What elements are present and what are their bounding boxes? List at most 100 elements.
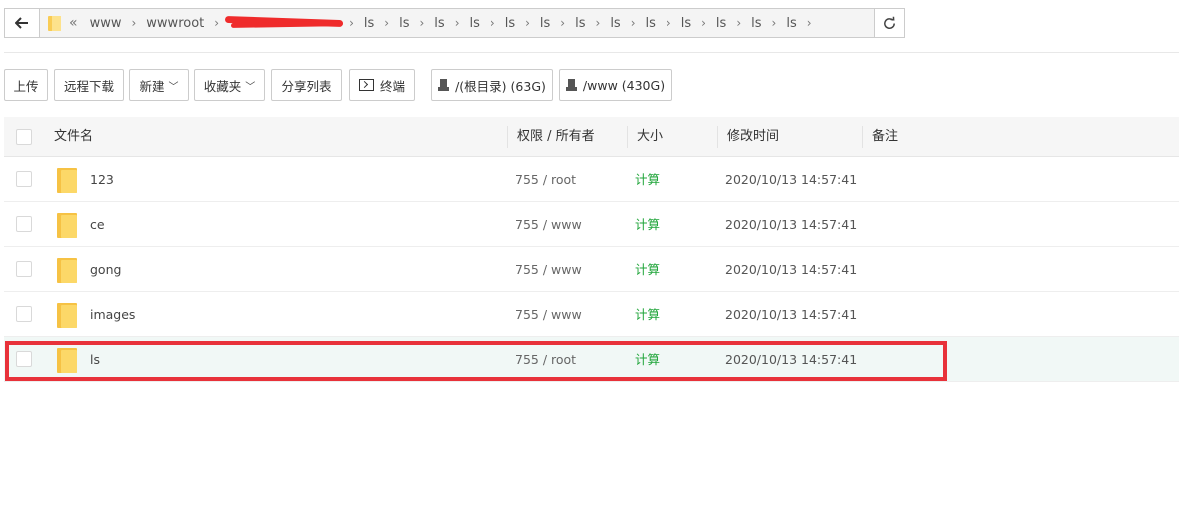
table-row[interactable]: images 755 / www 计算 2020/10/13 14:57:41 — [4, 292, 1179, 337]
chevron-right-icon: › — [560, 15, 566, 30]
folder-icon — [57, 213, 77, 238]
file-modified-time: 2020/10/13 14:57:41 — [725, 307, 858, 322]
favorites-label: 收藏夹 — [203, 78, 242, 94]
chevron-down-icon: ﹀ — [168, 81, 179, 93]
folder-icon — [57, 303, 77, 328]
file-permission[interactable]: 755 / root — [515, 157, 576, 202]
row-checkbox[interactable] — [16, 306, 32, 322]
breadcrumb-item[interactable]: ls — [675, 16, 697, 31]
back-button[interactable] — [4, 8, 40, 38]
header-size[interactable]: 大小 — [637, 117, 663, 157]
header-modified[interactable]: 修改时间 — [727, 117, 779, 157]
refresh-button[interactable] — [874, 8, 905, 38]
header-filename[interactable]: 文件名 — [54, 117, 93, 157]
chevron-down-icon: ﹀ — [245, 81, 256, 93]
row-checkbox[interactable] — [16, 171, 32, 187]
disk-root-label: /(根目录) (63G) — [455, 78, 546, 94]
folder-icon — [57, 258, 77, 283]
upload-label: 上传 — [13, 78, 39, 94]
header-note: 备注 — [872, 129, 899, 144]
breadcrumb-item[interactable]: ls — [499, 16, 521, 31]
file-name[interactable]: ce — [90, 202, 105, 247]
file-table-header: 文件名 权限 / 所有者 大小 修改时间 备注 — [4, 117, 1179, 157]
new-dropdown-button[interactable]: 新建 ﹀ — [129, 69, 189, 101]
new-label: 新建 — [139, 78, 165, 94]
breadcrumb-item[interactable]: www — [84, 16, 128, 31]
file-permission[interactable]: 755 / www — [515, 292, 582, 337]
table-row[interactable]: gong 755 / www 计算 2020/10/13 14:57:41 — [4, 247, 1179, 292]
double-chevron-left-icon[interactable]: « — [69, 15, 78, 31]
refresh-icon — [884, 16, 895, 29]
breadcrumb-tail: ls › ls › ls › ls › ls › ls › ls › ls › ls › ls › ls › ls › ls › — [358, 16, 816, 31]
row-checkbox[interactable] — [16, 216, 32, 232]
file-permission[interactable]: 755 / www — [515, 202, 582, 247]
chevron-right-icon: › — [384, 15, 390, 30]
file-name[interactable]: gong — [90, 247, 121, 292]
file-permission[interactable]: 755 / www — [515, 247, 582, 292]
share-list-button[interactable]: 分享列表 — [271, 69, 342, 101]
header-permission[interactable]: 权限 / 所有者 — [517, 117, 595, 157]
breadcrumb-item[interactable]: ls — [745, 16, 767, 31]
file-name[interactable]: 123 — [90, 157, 114, 202]
disk-www-label: /www (430G) — [582, 77, 666, 93]
table-row[interactable]: 123 755 / root 计算 2020/10/13 14:57:41 — [4, 157, 1179, 202]
upload-button[interactable]: 上传 — [4, 69, 48, 101]
chevron-right-icon: › — [771, 15, 777, 30]
calculate-size-link[interactable]: 计算 — [635, 157, 660, 202]
breadcrumb-item[interactable]: ls — [780, 16, 802, 31]
chevron-right-icon: › — [806, 15, 812, 30]
column-divider — [717, 126, 718, 148]
path-breadcrumb[interactable]: « www › wwwroot › › ls › ls › ls › ls › ls › ls › ls… — [40, 8, 875, 38]
highlight-annotation — [5, 341, 947, 381]
column-divider — [862, 126, 863, 148]
calculate-size-link[interactable]: 计算 — [635, 247, 660, 292]
chevron-right-icon: › — [419, 15, 425, 30]
chevron-right-icon: › — [701, 15, 706, 30]
chevron-right-icon: › — [630, 15, 636, 30]
breadcrumb-item[interactable]: ls — [640, 16, 662, 31]
calculate-size-link[interactable]: 计算 — [635, 202, 660, 247]
remote-download-button[interactable]: 远程下载 — [54, 69, 124, 101]
select-all-checkbox[interactable] — [16, 129, 32, 145]
redaction-mark — [224, 15, 344, 29]
disk-root-button[interactable]: /(根目录) (63G) — [431, 69, 553, 101]
chevron-right-icon: › — [349, 16, 354, 30]
disk-icon — [565, 79, 577, 91]
chevron-right-icon: › — [595, 15, 601, 30]
column-divider — [627, 126, 628, 148]
chevron-right-icon: › — [214, 16, 220, 30]
breadcrumb-item[interactable]: ls — [710, 16, 732, 31]
chevron-right-icon: › — [454, 15, 460, 30]
share-list-label: 分享列表 — [281, 78, 332, 94]
file-modified-time: 2020/10/13 14:57:41 — [725, 172, 858, 187]
breadcrumb-item[interactable]: ls — [534, 16, 556, 31]
breadcrumb-item[interactable]: wwwroot — [140, 16, 210, 31]
divider — [4, 52, 1179, 53]
file-modified-time: 2020/10/13 14:57:41 — [725, 217, 858, 232]
chevron-right-icon: › — [489, 15, 495, 30]
terminal-icon — [358, 79, 374, 91]
disk-www-button[interactable]: /www (430G) — [559, 69, 672, 101]
row-checkbox[interactable] — [16, 261, 32, 277]
disk-icon — [438, 79, 450, 91]
file-name[interactable]: images — [90, 292, 135, 337]
chevron-right-icon: › — [525, 15, 530, 30]
chevron-right-icon: › — [131, 16, 137, 30]
folder-icon — [57, 168, 77, 193]
file-modified-time: 2020/10/13 14:57:41 — [725, 262, 858, 277]
folder-icon — [48, 15, 61, 31]
remote-download-label: 远程下载 — [63, 78, 114, 94]
breadcrumb-item[interactable]: ls — [393, 16, 415, 31]
calculate-size-link[interactable]: 计算 — [635, 292, 660, 337]
breadcrumb-item[interactable]: ls — [358, 16, 380, 31]
terminal-button[interactable]: 终端 — [349, 69, 415, 101]
breadcrumb-item[interactable]: ls — [464, 16, 486, 31]
breadcrumb-item[interactable]: ls — [604, 16, 626, 31]
table-row[interactable]: ce 755 / www 计算 2020/10/13 14:57:41 — [4, 202, 1179, 247]
chevron-right-icon: › — [736, 15, 742, 30]
breadcrumb-item[interactable]: ls — [569, 16, 591, 31]
favorites-dropdown-button[interactable]: 收藏夹 ﹀ — [194, 69, 265, 101]
breadcrumb-item[interactable]: ls — [428, 16, 450, 31]
column-divider — [507, 126, 508, 148]
terminal-label: 终端 — [379, 78, 405, 94]
